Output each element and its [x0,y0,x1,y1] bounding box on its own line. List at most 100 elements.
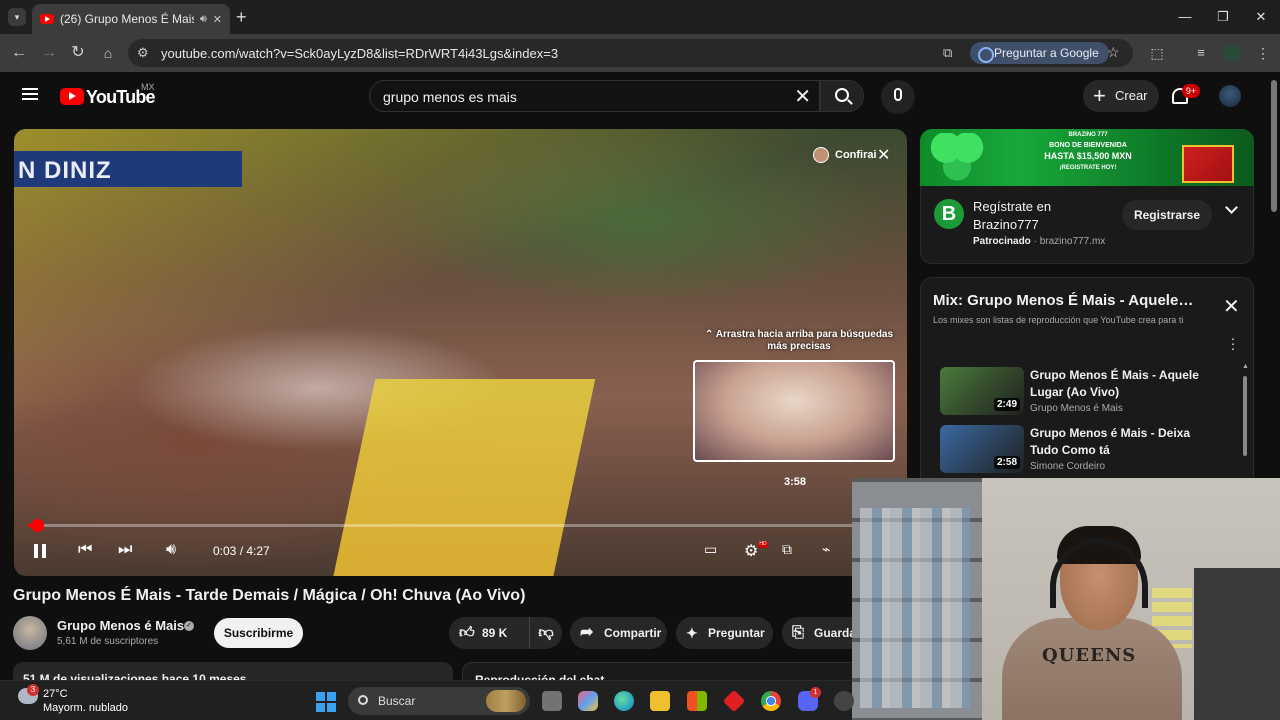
like-count: 89 K [482,626,508,640]
share-button[interactable]: ➦ Compartir [570,617,667,649]
app-icon[interactable] [834,691,854,711]
browser-tab-youtube[interactable]: (26) Grupo Menos É Mais - Tar 🔊︎ ✕ [32,4,230,34]
ad-title[interactable]: Regístrate en Brazino777 [973,198,1093,234]
thumbs-down-icon: 👎︎ [538,624,554,641]
verified-check-icon: ✓ [184,621,194,631]
ad-card[interactable]: B Regístrate en Brazino777 Patrocinado ·… [920,186,1254,264]
app-red-diamond-icon[interactable] [722,689,746,713]
shirt-print: QUEENS [1042,645,1137,666]
more-options-icon[interactable]: · · · [1230,331,1236,355]
taskbar-search-label: Buscar [378,694,416,708]
gift-box-icon [1182,145,1234,183]
profile-avatar[interactable] [1223,44,1241,62]
ad-banner-image[interactable]: BRAZINO 777 BONO DE BIENVENIDA HASTA $15… [920,129,1254,186]
chrome-menu-icon[interactable]: ⋮ [1252,42,1274,64]
weather-temperature[interactable]: 27°C [43,688,68,700]
page-scrollbar[interactable] [1268,72,1280,478]
save-button[interactable]: ⎘ Guarda [782,617,852,649]
minimize-button[interactable]: — [1170,6,1200,28]
playlist-scrollbar[interactable] [1243,376,1247,456]
bookmark-star-icon[interactable]: ☆ [1107,44,1120,61]
hd-badge: HD [758,541,768,548]
channel-name[interactable]: Grupo Menos é Mais [57,618,184,633]
reload-button[interactable]: ↻ [67,42,89,64]
back-button[interactable]: ← [8,42,30,64]
like-button[interactable]: 👍︎ 89 K [449,617,529,649]
settings-gear-icon[interactable]: ⚙︎ [744,541,758,561]
speaker-icon[interactable]: 🔊︎ [200,13,207,26]
copilot-icon[interactable] [578,691,598,711]
subtitles-icon[interactable]: ▭ [704,541,717,558]
chevron-down-icon[interactable] [1225,201,1238,214]
ad-domain: brazino777.mx [1039,236,1106,247]
windows-taskbar: 3 27°C Mayorm. nublado Buscar 1 [0,680,854,720]
playlist-item-title: Grupo Menos É Mais - Aquele Lugar (Ao Vi… [1030,368,1199,399]
ad-banner-amount: HASTA $15,500 MXN [1044,151,1132,161]
address-bar[interactable]: ⚙︎ youtube.com/watch?v=Sck0ayLyzD8&list=… [128,39,1133,67]
thumbs-up-icon: 👍︎ [459,624,475,641]
microsoft-store-icon[interactable] [687,691,707,711]
confirm-avatar [813,147,829,163]
previous-icon[interactable]: ⏮︎ [78,541,92,559]
close-playlist-icon[interactable]: ✕ [1223,294,1240,319]
media-controls-icon[interactable]: ≡ [1190,42,1212,64]
pause-icon[interactable] [34,544,46,558]
discord-badge: 1 [810,687,821,698]
edge-browser-icon[interactable] [614,691,634,711]
register-button[interactable]: Registrarse [1122,200,1212,230]
voice-search-button[interactable] [881,80,915,114]
video-player[interactable]: N DINIZ Confirai ✕ ⌃ Arrastra hacia arri… [14,129,907,576]
restore-button[interactable]: ❐ [1208,6,1238,28]
close-chip-icon[interactable]: ✕ [877,145,890,165]
home-button[interactable]: ⌂ [97,42,119,64]
file-explorer-icon[interactable] [650,691,670,711]
progress-scrubber[interactable] [31,519,44,532]
tab-search-button[interactable]: ▾ [8,8,26,26]
playlist-item[interactable]: 2:58 Grupo Menos é Mais - Deixa Tudo Com… [940,425,1230,475]
next-icon[interactable]: ⏭︎ [118,541,132,559]
close-tab-icon[interactable]: ✕ [213,13,222,26]
ask-google-button[interactable]: Preguntar a Google [970,42,1109,64]
cast-icon[interactable]: ⌁ [822,541,830,558]
dislike-button[interactable]: 👎︎ [529,617,562,649]
subscribe-button[interactable]: Suscribirme [214,618,303,648]
menu-icon[interactable] [22,88,38,100]
task-view-icon[interactable] [542,691,562,711]
close-window-button[interactable]: ✕ [1246,6,1276,28]
webcam-overlay: QUEENS [852,478,1280,720]
volume-icon[interactable]: 🔊︎ [166,541,176,559]
youtube-logo-icon[interactable] [60,88,84,105]
install-app-icon[interactable]: ⧉ [943,45,952,61]
search-button[interactable] [820,80,864,112]
scroll-up-arrow-icon[interactable]: ▲ [1242,363,1249,370]
progress-bar[interactable] [28,524,894,527]
mix-title[interactable]: Mix: Grupo Menos É Mais - Aquele Lugar (… [933,292,1197,309]
plus-icon: + [1093,83,1106,108]
channel-avatar[interactable] [13,616,47,650]
playlist-item[interactable]: 2:49 Grupo Menos É Mais - Aquele Lugar (… [940,367,1230,417]
ask-button[interactable]: ✦ Preguntar [676,617,773,649]
page-scrollbar-thumb[interactable] [1271,80,1277,212]
account-avatar[interactable] [1219,85,1241,107]
extensions-icon[interactable]: ⬚ [1146,42,1168,64]
miniplayer-icon[interactable]: ⧉ [782,541,792,558]
clover-icon [930,133,984,181]
confirm-chip[interactable]: Confirai [813,145,877,165]
search-highlight-art [486,690,526,712]
store-sign: N DINIZ [14,151,242,187]
windows-start-icon[interactable] [316,692,336,712]
new-tab-button[interactable]: + [236,7,247,28]
clear-search-icon[interactable]: ✕ [794,84,811,109]
forward-button[interactable]: → [38,42,60,64]
weather-description[interactable]: Mayorm. nublado [43,702,128,714]
scrub-preview-thumbnail [693,360,895,462]
search-input[interactable]: grupo menos es mais [383,89,517,105]
site-info-icon[interactable]: ⚙︎ [137,45,149,61]
confirm-label: Confirai [835,149,877,161]
chrome-icon[interactable] [761,691,781,711]
ad-banner-brand: BRAZINO 777 [1068,132,1108,138]
search-box[interactable]: grupo menos es mais ✕ [369,80,820,112]
create-button[interactable]: + Crear [1083,80,1159,112]
taskbar-search[interactable]: Buscar [348,687,530,715]
right-shelf [1194,568,1280,720]
